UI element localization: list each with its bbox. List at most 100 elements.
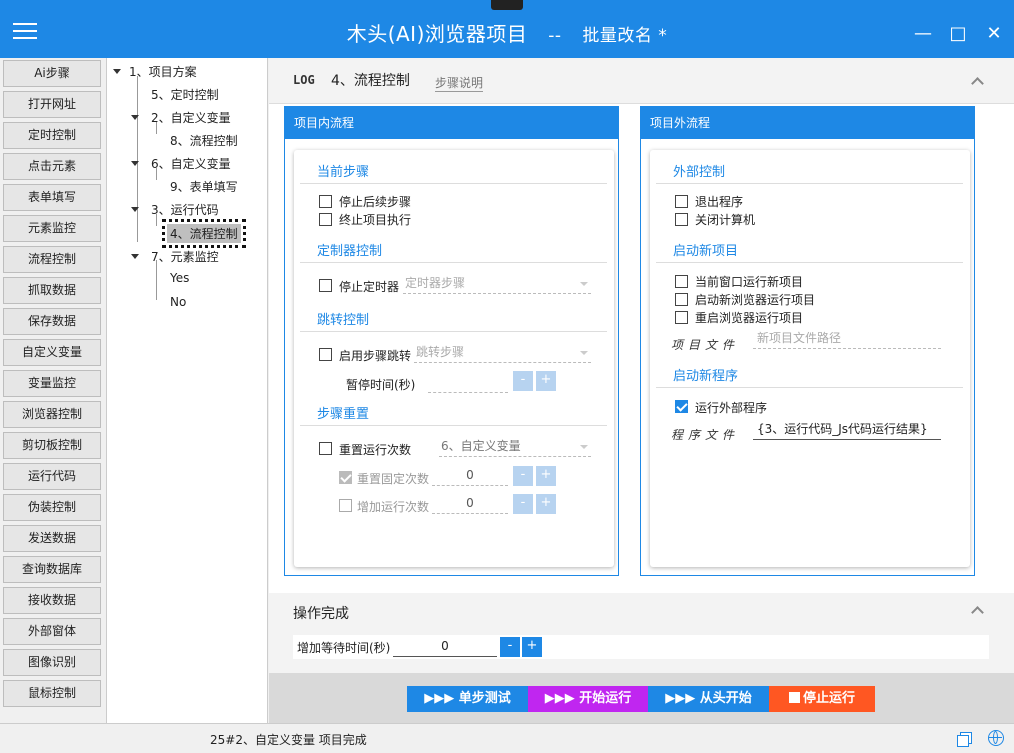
- stop-timer-checkbox[interactable]: [319, 279, 332, 292]
- add-count-minus-button[interactable]: -: [513, 494, 533, 514]
- close-button[interactable]: ✕: [985, 25, 1003, 43]
- reset-count-checkbox[interactable]: [319, 442, 332, 455]
- expand-icon[interactable]: [131, 161, 139, 166]
- tree-node[interactable]: No: [170, 295, 186, 309]
- restart-from-beginning-button[interactable]: ▶▶▶ 从头开始: [648, 686, 769, 712]
- palette-button[interactable]: 伪装控制: [3, 494, 101, 521]
- drag-grip[interactable]: [491, 0, 523, 10]
- pause-time-label: 暂停时间(秒): [346, 378, 416, 392]
- project-file-input[interactable]: 新项目文件路径: [753, 329, 941, 349]
- exit-program-checkbox[interactable]: [675, 195, 688, 208]
- restart-browser-checkbox[interactable]: [675, 311, 688, 324]
- section-start-new-project: 启动新项目: [673, 244, 739, 259]
- palette-button[interactable]: 剪切板控制: [3, 432, 101, 459]
- pause-plus-button[interactable]: +: [536, 371, 556, 391]
- tree-node[interactable]: 9、表单填写: [170, 178, 238, 195]
- palette-button[interactable]: 浏览器控制: [3, 401, 101, 428]
- run-external-checkbox[interactable]: [675, 400, 688, 413]
- expand-icon[interactable]: [131, 254, 139, 259]
- outer-flow-panel: 项目外流程 外部控制 退出程序 关闭计算机 启动新项目 当前窗口运行新项目 启动…: [640, 106, 975, 576]
- palette-button[interactable]: 外部窗体: [3, 618, 101, 645]
- collapse-icon[interactable]: [971, 77, 984, 90]
- run-new-browser-label: 启动新浏览器运行项目: [695, 293, 816, 307]
- completion-section: 操作完成 增加等待时间(秒) 0 - +: [269, 593, 1014, 673]
- panel-title: 项目外流程: [641, 107, 974, 139]
- jump-step-select[interactable]: 跳转步骤: [414, 343, 591, 363]
- wait-plus-button[interactable]: +: [522, 637, 542, 657]
- palette-button[interactable]: 鼠标控制: [3, 680, 101, 707]
- timer-step-placeholder: 定时器步骤: [405, 276, 466, 290]
- timer-step-select[interactable]: 定时器步骤: [403, 274, 591, 294]
- run-current-checkbox[interactable]: [675, 275, 688, 288]
- tree-node[interactable]: 2、自定义变量: [151, 109, 231, 126]
- palette-button[interactable]: 抓取数据: [3, 277, 101, 304]
- palette-button[interactable]: 自定义变量: [3, 339, 101, 366]
- palette-button[interactable]: 定时控制: [3, 122, 101, 149]
- palette-button[interactable]: 点击元素: [3, 153, 101, 180]
- project-file-label: 项目文件: [671, 338, 740, 352]
- reset-fixed-minus-button[interactable]: -: [513, 466, 533, 486]
- start-run-button[interactable]: ▶▶▶ 开始运行: [528, 686, 648, 712]
- tree-node[interactable]: 3、运行代码: [151, 201, 219, 218]
- reset-count-label: 重置运行次数: [339, 443, 412, 457]
- palette-button[interactable]: 流程控制: [3, 246, 101, 273]
- expand-icon[interactable]: [131, 115, 139, 120]
- expand-icon[interactable]: [113, 69, 121, 74]
- reset-fixed-checkbox[interactable]: [339, 471, 352, 484]
- jump-step-placeholder: 跳转步骤: [416, 345, 465, 359]
- palette-button[interactable]: 表单填写: [3, 184, 101, 211]
- palette-button[interactable]: 接收数据: [3, 587, 101, 614]
- pause-minus-button[interactable]: -: [513, 371, 533, 391]
- palette-button[interactable]: 打开网址: [3, 91, 101, 118]
- reset-target-select[interactable]: 6、自定义变量: [439, 437, 591, 457]
- reset-fixed-plus-button[interactable]: +: [536, 466, 556, 486]
- palette-button[interactable]: 元素监控: [3, 215, 101, 242]
- tree-node[interactable]: 6、自定义变量: [151, 155, 231, 172]
- add-count-checkbox[interactable]: [339, 499, 352, 512]
- program-file-input[interactable]: {3、运行代码_Js代码运行结果}: [753, 420, 941, 440]
- wait-time-input[interactable]: 0: [393, 637, 497, 657]
- minimize-button[interactable]: —: [914, 25, 932, 43]
- single-step-button[interactable]: ▶▶▶ 单步测试: [407, 686, 528, 712]
- completion-title: 操作完成: [293, 606, 349, 622]
- add-count-plus-button[interactable]: +: [536, 494, 556, 514]
- tree-node[interactable]: 7、元素监控: [151, 248, 219, 265]
- stop-subsequent-checkbox[interactable]: [319, 195, 332, 208]
- chevron-down-icon: [580, 351, 588, 355]
- collapse-icon[interactable]: [971, 606, 984, 619]
- palette-button[interactable]: 运行代码: [3, 463, 101, 490]
- palette-button[interactable]: Ai步骤: [3, 60, 101, 87]
- stop-run-button[interactable]: 停止运行: [769, 686, 875, 712]
- step-desc-link[interactable]: 步骤说明: [435, 74, 484, 92]
- add-count-input[interactable]: 0: [432, 494, 508, 514]
- globe-icon[interactable]: [988, 730, 1004, 746]
- palette-button[interactable]: 查询数据库: [3, 556, 101, 583]
- palette-button[interactable]: 发送数据: [3, 525, 101, 552]
- divider: [300, 331, 607, 332]
- terminate-project-checkbox[interactable]: [319, 213, 332, 226]
- wait-minus-button[interactable]: -: [500, 637, 520, 657]
- tree-node[interactable]: Yes: [170, 271, 189, 285]
- run-new-browser-checkbox[interactable]: [675, 293, 688, 306]
- expand-icon[interactable]: [131, 207, 139, 212]
- maximize-button[interactable]: □: [949, 25, 967, 43]
- tree-node[interactable]: 5、定时控制: [151, 86, 219, 103]
- chevron-down-icon: [580, 445, 588, 449]
- title-bar: 木头(AI)浏览器项目 -- 批量改名 * — □ ✕: [0, 0, 1014, 58]
- tree-node-selected[interactable]: 4、流程控制: [162, 219, 246, 248]
- enable-jump-checkbox[interactable]: [319, 348, 332, 361]
- status-bar: 25#2、自定义变量 项目完成: [0, 723, 1014, 753]
- palette-button[interactable]: 保存数据: [3, 308, 101, 335]
- reset-fixed-input[interactable]: 0: [432, 466, 508, 486]
- tree-line: [156, 260, 157, 300]
- pause-time-input[interactable]: [428, 373, 508, 393]
- tree-node[interactable]: 1、项目方案: [129, 63, 197, 80]
- palette-button[interactable]: 图像识别: [3, 649, 101, 676]
- status-text: 25#2、自定义变量 项目完成: [210, 733, 367, 747]
- divider: [300, 183, 607, 184]
- section-current-step: 当前步骤: [317, 165, 370, 180]
- palette-button[interactable]: 变量监控: [3, 370, 101, 397]
- app-title: 木头(AI)浏览器项目: [346, 22, 528, 46]
- tree-node[interactable]: 8、流程控制: [170, 132, 238, 149]
- shutdown-checkbox[interactable]: [675, 213, 688, 226]
